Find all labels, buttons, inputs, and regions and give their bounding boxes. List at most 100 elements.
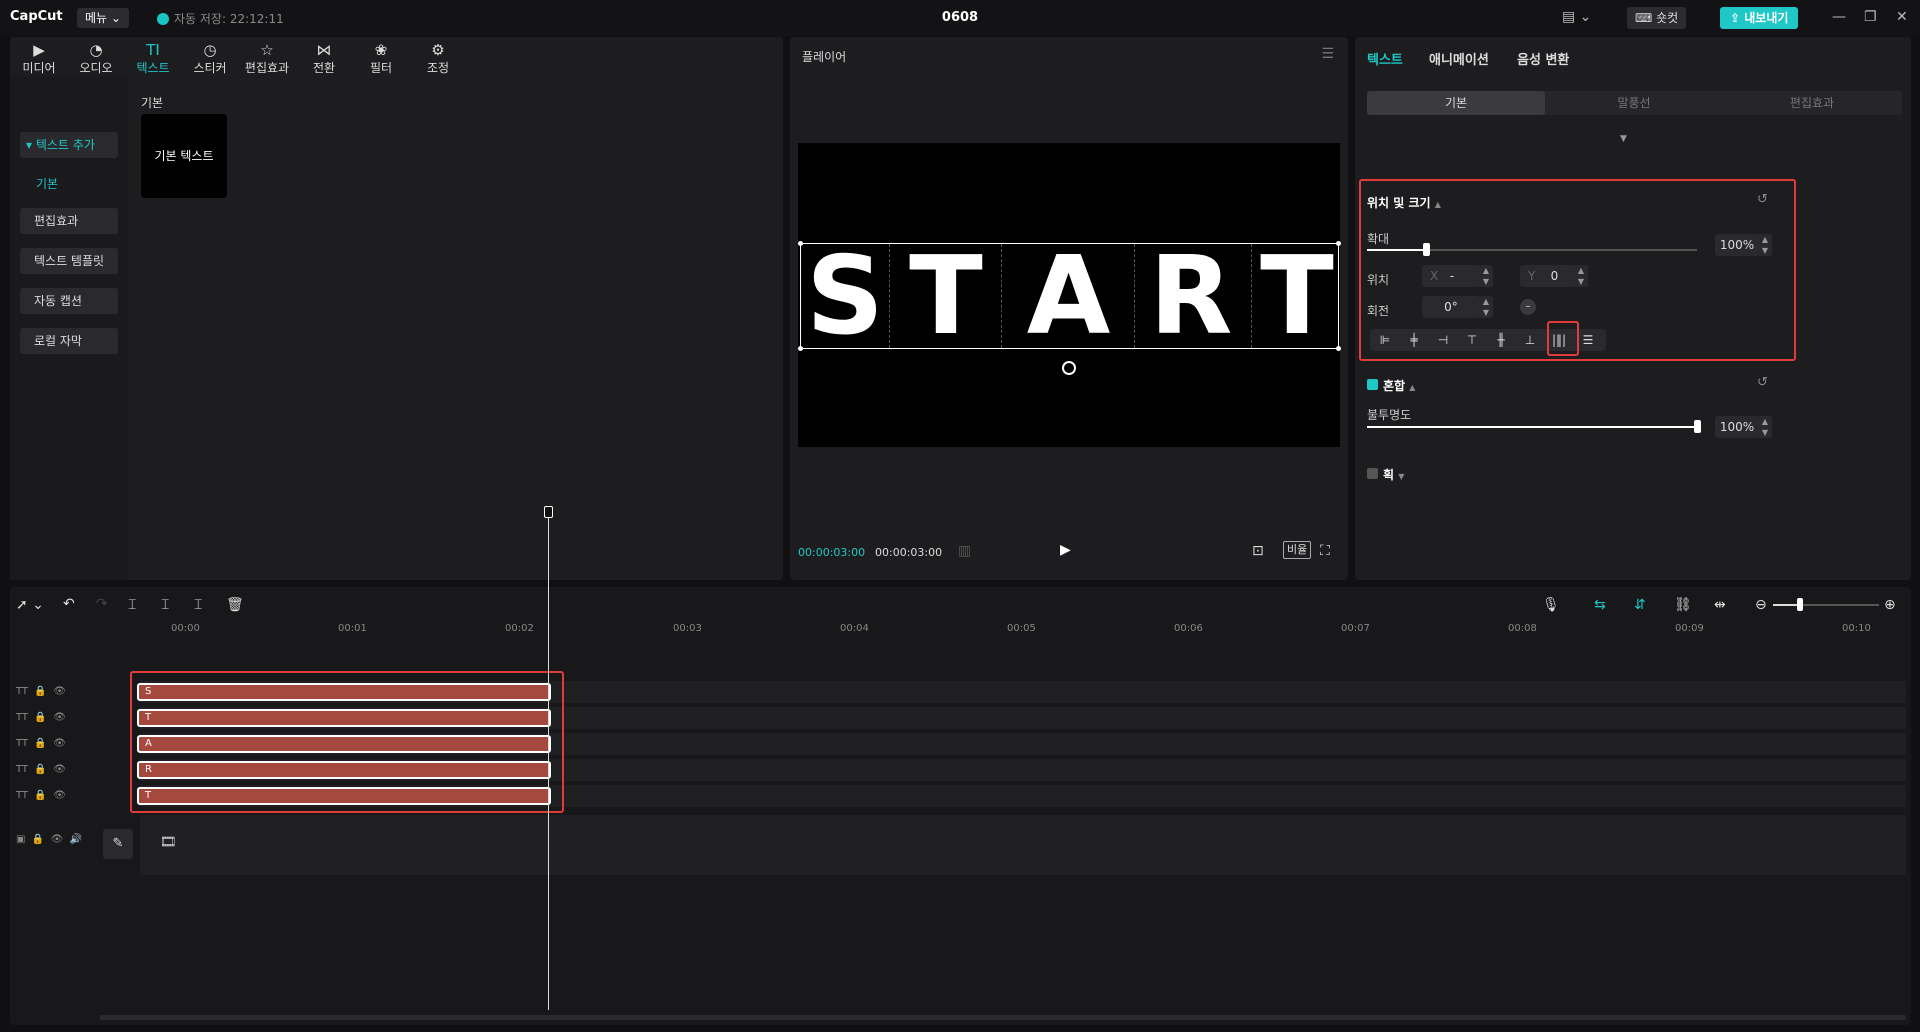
sidebar-item-local-subtitles[interactable]: 로컬 자막 <box>20 328 118 354</box>
subtab-basic[interactable]: 기본 <box>1367 91 1545 115</box>
tab-transition[interactable]: ⋈ 전환 <box>297 41 351 76</box>
scale-stepper[interactable]: ▲ ▼ <box>1758 234 1772 256</box>
play-button[interactable]: ▶ <box>1060 542 1071 558</box>
close-icon[interactable]: ✕ <box>1896 9 1908 25</box>
subtab-bar: 기본 말풍선 편집효과 <box>1367 91 1902 115</box>
grid-icon[interactable]: ▥ <box>958 543 971 559</box>
playhead-handle[interactable] <box>544 506 553 518</box>
stroke-checkbox[interactable] <box>1367 468 1378 479</box>
tab-text-properties[interactable]: 텍스트 <box>1367 49 1403 68</box>
ruler-tick: 00:09 <box>1675 623 1704 634</box>
resize-handle[interactable] <box>798 241 803 246</box>
shortcut-button[interactable]: ⌨ 숏컷 <box>1627 7 1687 29</box>
transform-heading-text: 위치 및 크기 <box>1367 196 1431 210</box>
edit-cover-icon[interactable]: ✎ <box>103 829 133 859</box>
reset-icon[interactable]: ↺ <box>1757 192 1768 207</box>
split-icon[interactable]: ⌶ <box>128 597 136 613</box>
sidebar-item-basic[interactable]: 기본 <box>36 175 58 192</box>
zoom-in-icon[interactable]: ⊕ <box>1884 597 1896 613</box>
rotate-handle[interactable] <box>1062 361 1076 375</box>
zoom-slider-track[interactable] <box>1799 604 1879 606</box>
zoom-slider[interactable] <box>1773 604 1799 606</box>
rotation-input[interactable]: 0° <box>1422 296 1480 318</box>
tab-filter[interactable]: ❀ 필터 <box>354 41 408 76</box>
tab-audio[interactable]: ◔ 오디오 <box>69 41 123 76</box>
filter-icon: ❀ <box>374 41 388 59</box>
opacity-slider-knob[interactable] <box>1694 420 1701 433</box>
subtab-bubble[interactable]: 말풍선 <box>1545 91 1723 115</box>
hamburger-icon[interactable]: ☰ <box>1321 46 1334 62</box>
ruler-tick: 00:02 <box>505 623 534 634</box>
fullscreen-icon[interactable]: ⛶ <box>1320 543 1330 559</box>
link-clips-icon[interactable]: ⇵ <box>1634 597 1646 613</box>
microphone-icon[interactable]: 🎙 <box>1542 597 1560 613</box>
scale-input[interactable]: 100% <box>1715 234 1759 256</box>
filmstrip-icon[interactable]: 🎞 <box>160 835 177 850</box>
blend-heading[interactable]: 혼합 ▲ <box>1383 377 1415 394</box>
redo-icon[interactable]: ↷ <box>96 596 108 612</box>
split-right-icon[interactable]: ⌶ <box>194 597 202 613</box>
opacity-input[interactable]: 100% <box>1715 416 1759 438</box>
chevron-down-icon[interactable]: ▼ <box>1620 134 1627 144</box>
sidebar-item-add-text[interactable]: ▾ 텍스트 추가 <box>20 132 118 158</box>
undo-icon[interactable]: ↶ <box>63 596 75 612</box>
resize-handle[interactable] <box>1336 346 1341 351</box>
tab-text[interactable]: TI 텍스트 <box>126 41 180 76</box>
opacity-stepper[interactable]: ▲ ▼ <box>1758 416 1772 438</box>
ruler-tick: 00:04 <box>840 623 869 634</box>
rotation-stepper[interactable]: ▲ ▼ <box>1479 296 1493 318</box>
sidebar-item-effects[interactable]: 편집효과 <box>20 208 118 234</box>
resize-handle[interactable] <box>798 346 803 351</box>
position-x-input[interactable]: X - <box>1422 265 1480 287</box>
align-top-icon[interactable]: ⊤ <box>1461 331 1483 349</box>
playhead-line[interactable] <box>548 510 549 1010</box>
export-button[interactable]: ⇪ 내보내기 <box>1720 7 1799 29</box>
blend-checkbox[interactable] <box>1367 379 1378 390</box>
preview-canvas[interactable]: S T A R T <box>798 143 1341 447</box>
menu-button[interactable]: 메뉴 ⌄ <box>77 8 129 28</box>
link-icon[interactable]: ⛓ <box>1674 597 1692 613</box>
delete-icon[interactable]: 🗑 <box>226 597 244 613</box>
transform-heading[interactable]: 위치 및 크기 ▲ <box>1367 194 1441 211</box>
align-left-icon[interactable]: ⊫ <box>1374 331 1396 349</box>
position-y-input[interactable]: Y 0 <box>1520 265 1575 287</box>
resize-handle[interactable] <box>1336 241 1341 246</box>
text-selection-box[interactable]: S T A R T <box>798 234 1341 359</box>
reset-icon[interactable]: ↺ <box>1757 375 1768 390</box>
position-x-stepper[interactable]: ▲ ▼ <box>1479 265 1493 287</box>
effects-icon: ☆ <box>260 41 274 59</box>
split-left-icon[interactable]: ⌶ <box>161 597 169 613</box>
zoom-fit-icon[interactable]: ⊡ <box>1252 543 1264 559</box>
sidebar-item-auto-captions[interactable]: 자동 캡션 <box>20 288 118 314</box>
tab-voice[interactable]: 음성 변환 <box>1517 49 1569 68</box>
select-tool-icon[interactable]: ➚ ⌄ <box>16 597 44 613</box>
sidebar-item-templates[interactable]: 텍스트 템플릿 <box>20 248 118 274</box>
align-bottom-icon[interactable]: ⊥ <box>1519 331 1541 349</box>
scale-slider-knob[interactable] <box>1423 243 1430 256</box>
minimize-icon[interactable]: — <box>1832 9 1846 25</box>
preview-letter: S <box>806 234 884 359</box>
preview-axis-icon[interactable]: ⇹ <box>1714 597 1726 613</box>
distribute-vertical-icon[interactable]: ☰ <box>1577 331 1599 349</box>
default-text-card[interactable]: 기본 텍스트 <box>141 114 227 198</box>
tab-animation[interactable]: 애니메이션 <box>1429 49 1489 68</box>
align-center-vertical-icon[interactable]: ╫ <box>1490 331 1512 349</box>
tab-sticker[interactable]: ◷ 스티커 <box>183 41 237 76</box>
stroke-heading[interactable]: 획 ▼ <box>1383 466 1404 483</box>
rotation-dial[interactable]: – <box>1520 299 1536 315</box>
ratio-button[interactable]: 비율 <box>1283 541 1312 559</box>
align-center-horizontal-icon[interactable]: ╪ <box>1403 331 1425 349</box>
export-label: 내보내기 <box>1744 11 1789 25</box>
tab-effects[interactable]: ☆ 편집효과 <box>240 41 294 76</box>
magnet-icon[interactable]: ⇆ <box>1594 597 1606 613</box>
horizontal-scrollbar[interactable] <box>100 1015 1906 1020</box>
subtab-effects[interactable]: 편집효과 <box>1723 91 1901 115</box>
zoom-slider-knob[interactable] <box>1797 598 1803 611</box>
tab-adjust[interactable]: ⚙ 조정 <box>411 41 465 76</box>
align-right-icon[interactable]: ⊣ <box>1432 331 1454 349</box>
layout-icon[interactable]: ▤ ⌄ <box>1562 9 1591 25</box>
position-y-stepper[interactable]: ▲ ▼ <box>1574 265 1588 287</box>
zoom-out-icon[interactable]: ⊖ <box>1755 597 1767 613</box>
tab-media[interactable]: ▶ 미디어 <box>12 41 66 76</box>
restore-icon[interactable]: ❐ <box>1864 9 1877 25</box>
